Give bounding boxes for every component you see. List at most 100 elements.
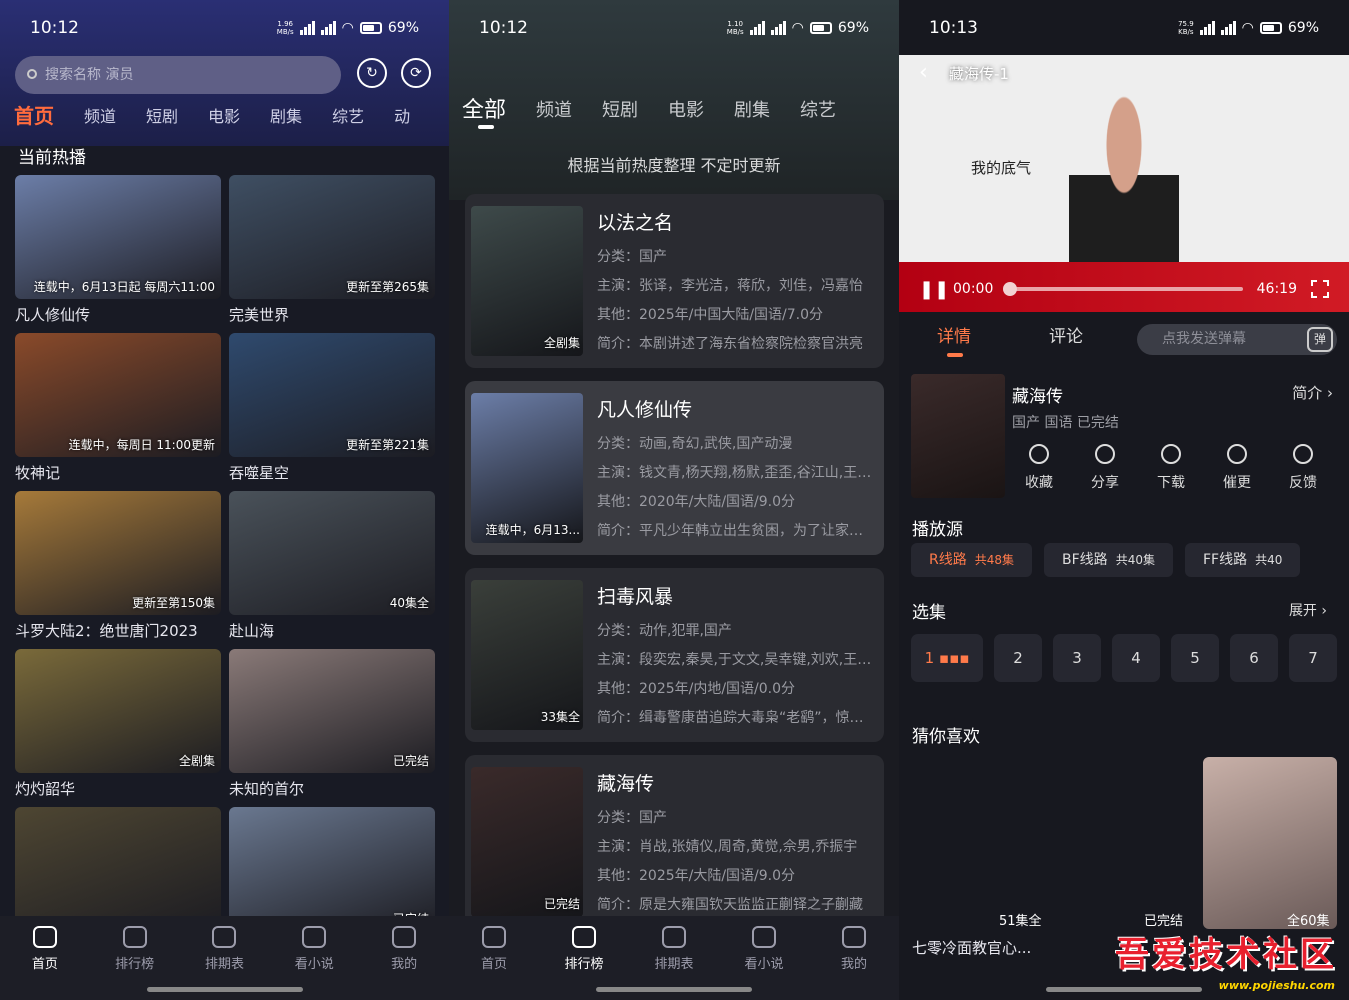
detail-screen: 10:13 75.9 KB/s ◠ 69% 我的底气 ‹ 藏海传-1 ❚❚ 00:…	[899, 0, 1349, 1000]
status-time: 10:12	[479, 17, 528, 38]
history-icon[interactable]: ↻	[357, 58, 387, 88]
back-icon[interactable]: ‹	[919, 60, 928, 85]
source-item[interactable]: BF线路 共40集	[1044, 543, 1173, 577]
tab-short-drama[interactable]: 短剧	[146, 103, 178, 129]
intro-link[interactable]: 简介 ›	[1292, 382, 1333, 403]
favorite-button[interactable]: 收藏	[1021, 444, 1057, 492]
tab-series[interactable]: 剧集	[270, 103, 302, 129]
ranking-cast: 主演：肖战,张婧仪,周奇,黄觉,佘男,乔振宇	[597, 839, 858, 855]
nav-label: 我的	[391, 957, 418, 972]
signal-icon	[299, 20, 315, 35]
remind-update-button[interactable]: 催更	[1219, 444, 1255, 492]
episode-item[interactable]: 7	[1289, 634, 1337, 682]
tab-short-drama[interactable]: 短剧	[602, 96, 638, 124]
refresh-icon[interactable]: ⟳	[401, 58, 431, 88]
video-thumbnail: 40集全	[229, 491, 435, 615]
pause-icon[interactable]: ❚❚	[919, 279, 949, 300]
tab-comments[interactable]: 评论	[1049, 322, 1083, 347]
video-card[interactable]: 已完结	[229, 807, 435, 931]
video-title: 未知的首尔	[229, 780, 305, 798]
video-card[interactable]: 连载中，6月13日起 每周六11:00 凡人修仙传	[15, 175, 221, 325]
seek-bar[interactable]	[1003, 282, 1243, 296]
video-card[interactable]: 连载中，每周日 11:00更新 牧神记	[15, 333, 221, 483]
home-indicator	[1046, 987, 1202, 992]
home-icon	[482, 926, 506, 948]
video-card[interactable]: 全剧集 灼灼韶华	[15, 649, 221, 799]
video-badge: 连载中，每周日 11:00更新	[68, 438, 215, 452]
tab-anime[interactable]: 动	[394, 103, 410, 129]
episode-item[interactable]: 2	[994, 634, 1042, 682]
episode-item[interactable]: 4	[1112, 634, 1160, 682]
ranking-cover: 全剧集	[471, 206, 583, 356]
video-card[interactable]: 更新至第221集 吞噬星空	[229, 333, 435, 483]
user-icon	[392, 926, 417, 948]
ranking-info: 藏海传 分类：国产 主演：肖战,张婧仪,周奇,黄觉,佘男,乔振宇 其他：2025年/大…	[597, 769, 874, 920]
search-placeholder: 搜索名称 演员	[45, 67, 134, 83]
tab-variety[interactable]: 综艺	[332, 103, 364, 129]
battery-level: 69%	[837, 19, 869, 36]
nav-mine[interactable]: 我的	[369, 926, 439, 1000]
tab-movie[interactable]: 电影	[208, 103, 240, 129]
signal-icon	[770, 20, 786, 35]
danmu-toggle-button[interactable]: 弹	[1307, 327, 1333, 352]
seek-handle[interactable]	[1003, 282, 1018, 296]
home-indicator	[146, 987, 303, 992]
tab-variety[interactable]: 综艺	[800, 96, 836, 124]
ranking-item[interactable]: 连载中，6月13... 凡人修仙传 分类：动画,奇幻,武侠,国产动漫 主演：钱文青,杨…	[465, 381, 884, 555]
video-card[interactable]	[15, 807, 221, 931]
nav-home[interactable]: 首页	[459, 926, 529, 1000]
show-info: 藏海传 国产 国语 已完结 简介 › 收藏 分享 下载 催更 反馈	[911, 374, 1337, 499]
source-item[interactable]: R线路 共48集	[911, 543, 1033, 577]
battery-icon	[809, 21, 832, 34]
share-button[interactable]: 分享	[1087, 444, 1123, 492]
video-title: 灼灼韶华	[15, 780, 76, 798]
chart-icon	[572, 926, 596, 948]
player-title: 藏海传-1	[949, 65, 1009, 83]
tab-series[interactable]: 剧集	[734, 96, 770, 124]
nav-home[interactable]: 首页	[10, 926, 80, 1000]
search-input[interactable]: 搜索名称 演员	[15, 56, 341, 94]
video-player[interactable]: 我的底气 ‹ 藏海传-1 ❚❚ 00:00 46:19	[899, 55, 1349, 312]
recommend-name[interactable]: 七零冷面教官心...	[912, 937, 1031, 958]
tab-movie[interactable]: 电影	[668, 96, 704, 124]
ranking-info: 凡人修仙传 分类：动画,奇幻,武侠,国产动漫 主演：钱文青,杨天翔,杨默,歪歪,谷江…	[597, 395, 874, 546]
tab-all[interactable]: 全部	[462, 92, 506, 129]
video-card[interactable]: 更新至第150集 斗罗大陆2：绝世唐门2023	[15, 491, 221, 641]
ranking-item[interactable]: 33集全 扫毒风暴 分类：动作,犯罪,国产 主演：段奕宏,秦昊,于文文,吴幸键,刘欢,…	[465, 568, 884, 742]
tab-channel[interactable]: 频道	[84, 103, 116, 129]
source-name: R线路	[929, 552, 967, 568]
recommend-thumb[interactable]	[1203, 757, 1337, 929]
video-card[interactable]: 更新至第265集 完美世界	[229, 175, 435, 325]
home-screen: 10:12 1.96 MB/s ◠ 69% 搜索名称 演员 ↻ ⟳ 首页 频道 短…	[0, 0, 449, 1000]
feedback-button[interactable]: 反馈	[1285, 444, 1321, 492]
episode-item[interactable]: 5	[1171, 634, 1219, 682]
tab-details[interactable]: 详情	[937, 322, 971, 357]
ranking-badge: 已完结	[543, 897, 580, 911]
ranking-intro: 简介：本剧讲述了海东省检察院检察官洪亮	[597, 336, 863, 352]
ranking-item[interactable]: 已完结 藏海传 分类：国产 主演：肖战,张婧仪,周奇,黄觉,佘男,乔振宇 其他：2025…	[465, 755, 884, 929]
source-item[interactable]: FF线路 共40	[1184, 543, 1301, 577]
video-badge: 更新至第265集	[346, 280, 429, 294]
ranking-category: 分类：国产	[597, 810, 667, 826]
episode-item[interactable]: 1 ▪▪▪	[911, 634, 983, 682]
fullscreen-icon[interactable]	[1311, 280, 1329, 298]
show-poster	[911, 374, 1005, 498]
episode-item[interactable]: 3	[1053, 634, 1101, 682]
ranking-item[interactable]: 全剧集 以法之名 分类：国产 主演：张译，李光洁，蒋欣，刘佳，冯嘉怡 其他：2025年/…	[465, 194, 884, 368]
tab-channel[interactable]: 频道	[536, 96, 572, 124]
section-title: 当前热播	[18, 148, 86, 168]
ranking-cover: 连载中，6月13...	[471, 393, 583, 543]
video-card[interactable]: 40集全 赴山海	[229, 491, 435, 641]
expand-button[interactable]: 展开 ›	[1289, 600, 1327, 620]
danmu-input[interactable]: 点我发送弹幕 弹	[1137, 324, 1337, 355]
source-title: 播放源	[912, 520, 963, 540]
video-card[interactable]: 已完结 未知的首尔	[229, 649, 435, 799]
nav-mine[interactable]: 我的	[819, 926, 889, 1000]
episode-title: 选集	[912, 603, 946, 623]
net-speed-unit: MB/s	[726, 27, 744, 36]
download-button[interactable]: 下载	[1153, 444, 1189, 492]
show-name: 藏海传	[1012, 387, 1063, 407]
tab-home[interactable]: 首页	[14, 100, 54, 129]
episode-item[interactable]: 6	[1230, 634, 1278, 682]
guess-title: 猜你喜欢	[912, 727, 980, 747]
